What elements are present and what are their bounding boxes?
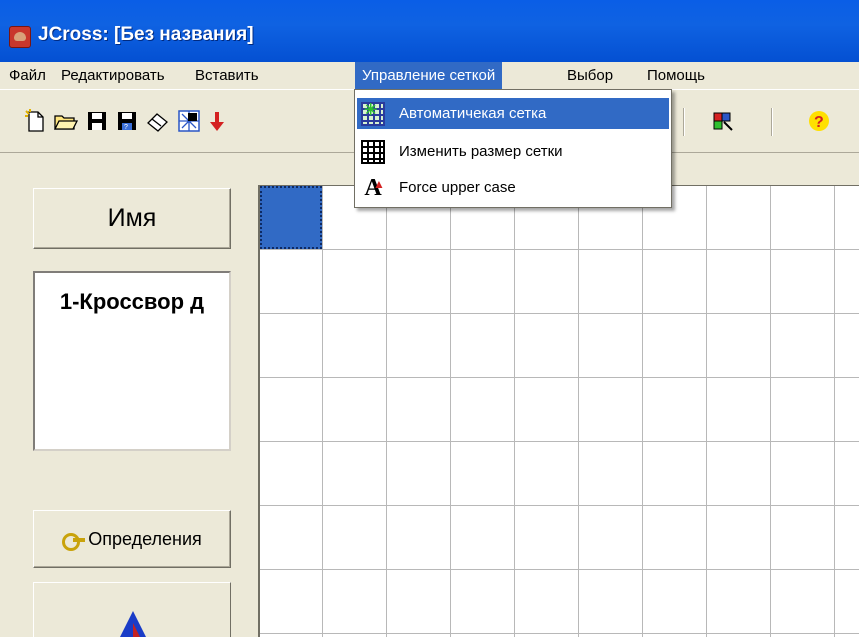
arrow-up-shade <box>133 623 140 637</box>
menu-grid-control[interactable]: Управление сеткой <box>355 62 503 89</box>
menu-insert[interactable]: Вставить <box>188 62 266 89</box>
menu-file[interactable]: Файл <box>2 62 53 89</box>
auto-grid-icon: ✳ <box>361 102 385 126</box>
menu-item-label: Автоматичекая сетка <box>399 105 547 122</box>
title-bar: JCross: [Без названия] <box>0 0 859 62</box>
definitions-button[interactable]: Определения <box>33 510 231 568</box>
menu-item-force-upper-case[interactable]: A ▲ Force upper case <box>357 172 669 203</box>
crossword-name-field[interactable]: 1-Кроссвор д <box>33 271 231 451</box>
menu-item-label: Изменить размер сетки <box>399 143 563 160</box>
crossword-grid[interactable] <box>258 185 859 637</box>
help-icon[interactable]: ? <box>806 108 832 134</box>
menu-help[interactable]: Помощь <box>640 62 712 89</box>
toolbar-separator <box>771 108 773 136</box>
colors-icon[interactable] <box>710 108 736 134</box>
app-icon[interactable] <box>9 26 31 48</box>
menu-bar: Файл Редактировать Вставить Управление с… <box>0 62 859 89</box>
upper-case-icon: A ▲ <box>364 175 385 201</box>
save-icon[interactable] <box>84 108 110 134</box>
selected-cell[interactable] <box>260 186 322 249</box>
menu-edit[interactable]: Редактировать <box>54 62 172 89</box>
web-icon[interactable] <box>176 108 202 134</box>
open-folder-icon[interactable] <box>52 108 79 134</box>
new-file-icon[interactable] <box>22 108 48 134</box>
svg-text:?: ? <box>124 124 128 131</box>
toolbar-separator <box>683 108 685 136</box>
key-icon <box>62 533 86 552</box>
definitions-label: Определения <box>88 529 202 549</box>
save-as-icon[interactable]: ? <box>114 108 140 134</box>
grid-control-dropdown: ✳ Автоматичекая сетка Изменить размер се… <box>354 89 672 208</box>
left-panel: Имя 1-Кроссвор д Определения <box>0 154 258 637</box>
window-title: JCross: [Без названия] <box>38 24 254 45</box>
name-button[interactable]: Имя <box>33 188 231 249</box>
menu-select[interactable]: Выбор <box>560 62 620 89</box>
svg-text:?: ? <box>814 114 824 131</box>
arrow-down-icon[interactable] <box>204 108 230 134</box>
menu-item-label: Force upper case <box>399 179 516 196</box>
eraser-icon[interactable] <box>145 108 171 134</box>
menu-item-auto-grid[interactable]: ✳ Автоматичекая сетка <box>357 98 669 129</box>
menu-item-resize-grid[interactable]: Изменить размер сетки <box>357 136 669 167</box>
grid-resize-icon <box>361 140 385 164</box>
move-up-button[interactable] <box>33 582 231 637</box>
